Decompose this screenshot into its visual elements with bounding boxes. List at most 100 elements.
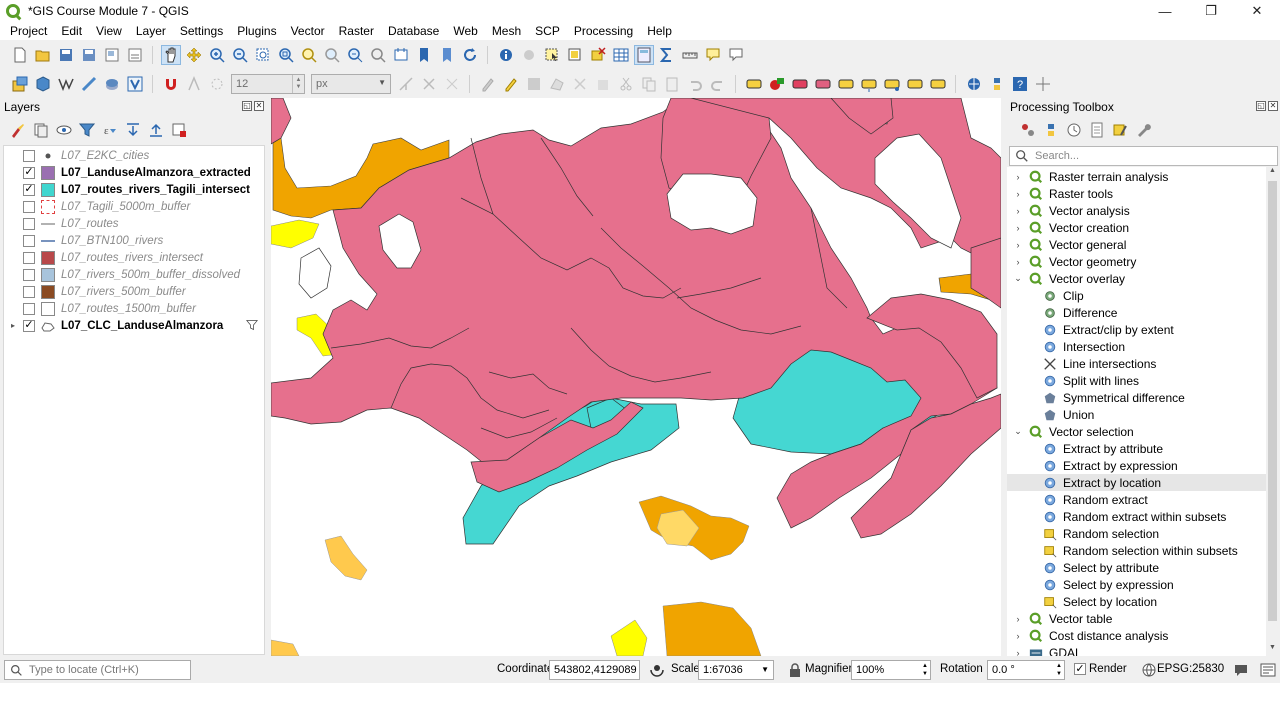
algorithm-group[interactable]: ⌄ Vector overlay (1007, 270, 1266, 287)
algorithm-group[interactable]: › Vector general (1007, 236, 1266, 253)
refresh-icon[interactable] (461, 46, 479, 64)
menu-view[interactable]: View (89, 24, 129, 38)
layer-visibility-checkbox[interactable] (23, 149, 35, 162)
toggle-extents-icon[interactable] (648, 661, 666, 679)
scroll-up-icon[interactable]: ▲ (1266, 167, 1279, 179)
chevron-right-icon[interactable]: › (1013, 206, 1023, 216)
algorithm-item[interactable]: Difference (1007, 304, 1266, 321)
algorithm-item[interactable]: Union (1007, 406, 1266, 423)
filter-by-expression-icon[interactable]: ε (101, 121, 119, 139)
help-icon[interactable]: ? (1011, 75, 1029, 93)
add-feature-icon[interactable] (548, 75, 566, 93)
chevron-right-icon[interactable]: › (1013, 189, 1023, 199)
statistics-sigma-icon[interactable] (658, 46, 676, 64)
spinbox-arrows-icon[interactable]: ▲ ▼ (292, 75, 304, 93)
close-button[interactable]: ✕ (1234, 0, 1280, 22)
rotate-label-icon[interactable] (883, 75, 901, 93)
map-canvas[interactable] (271, 98, 1001, 656)
history-icon[interactable] (1065, 121, 1083, 139)
menu-plugins[interactable]: Plugins (230, 24, 283, 38)
restore-button[interactable]: ❐ (1188, 0, 1234, 22)
pan-map-icon[interactable] (160, 45, 181, 65)
change-label-icon[interactable] (906, 75, 924, 93)
results-viewer-icon[interactable] (1088, 121, 1106, 139)
algorithm-group[interactable]: › Cost distance analysis (1007, 627, 1266, 644)
show-hide-labels-icon[interactable] (837, 75, 855, 93)
new-vector-layer-icon[interactable] (57, 75, 75, 93)
algorithm-item[interactable]: Random selection (1007, 525, 1266, 542)
python-console-icon[interactable] (988, 75, 1006, 93)
layer-visibility-checkbox[interactable] (23, 268, 35, 281)
zoom-out-icon[interactable] (231, 46, 249, 64)
label-diagram-icon[interactable] (768, 75, 786, 93)
algorithm-item[interactable]: Split with lines (1007, 372, 1266, 389)
crs-label[interactable]: EPSG:25830 (1157, 663, 1224, 675)
pin-label-icon[interactable] (814, 75, 832, 93)
deselect-icon[interactable] (589, 46, 607, 64)
layer-row[interactable]: L07_routes_1500m_buffer (4, 300, 264, 317)
algorithm-item[interactable]: Select by location (1007, 593, 1266, 610)
new-project-icon[interactable] (11, 46, 29, 64)
algorithm-item[interactable]: Random extract within subsets (1007, 508, 1266, 525)
layer-row[interactable]: ✓ L07_LanduseAlmanzora_extracted (4, 164, 264, 181)
zoom-rubber-band-icon[interactable] (254, 46, 272, 64)
close-panel-button[interactable]: ✕ (1268, 101, 1278, 111)
algorithm-item[interactable]: Line intersections (1007, 355, 1266, 372)
intersection-snap-icon[interactable] (443, 75, 461, 93)
layout-manager-icon[interactable] (126, 46, 144, 64)
add-layer-icon[interactable] (103, 75, 121, 93)
zoom-full-icon[interactable] (277, 46, 295, 64)
chevron-down-icon[interactable]: ⌄ (1013, 273, 1023, 284)
scripts-icon[interactable] (1042, 121, 1060, 139)
zoom-to-layer-icon[interactable] (323, 46, 341, 64)
layer-visibility-checkbox[interactable] (23, 302, 35, 315)
algorithm-group[interactable]: › GDAL (1007, 644, 1266, 656)
locator-input[interactable]: Type to locate (Ctrl+K) (4, 660, 191, 680)
spinbox-arrows-icon[interactable]: ▲ ▼ (922, 662, 928, 678)
identify-icon[interactable] (497, 46, 515, 64)
show-bookmarks-icon[interactable] (438, 46, 456, 64)
chevron-right-icon[interactable]: › (1013, 257, 1023, 267)
label-tool-icon[interactable] (745, 75, 763, 93)
scale-combo[interactable]: 1:67036 ▼ (698, 660, 774, 680)
add-virtual-layer-icon[interactable] (126, 75, 144, 93)
snap-units-combo[interactable]: px ▼ (311, 74, 391, 94)
undo-icon[interactable] (686, 75, 704, 93)
new-geopackage-icon[interactable] (34, 75, 52, 93)
menu-raster[interactable]: Raster (332, 24, 381, 38)
algorithm-item[interactable]: Extract by attribute (1007, 440, 1266, 457)
minimize-button[interactable]: — (1142, 0, 1188, 22)
scrollbar-thumb[interactable] (1268, 181, 1277, 621)
algorithm-item[interactable]: Random selection within subsets (1007, 542, 1266, 559)
layer-row[interactable]: L07_Tagili_5000m_buffer (4, 198, 264, 215)
redo-icon[interactable] (709, 75, 727, 93)
paste-features-icon[interactable] (663, 75, 681, 93)
algorithm-item[interactable]: Extract/clip by extent (1007, 321, 1266, 338)
chevron-right-icon[interactable]: › (1013, 614, 1023, 624)
algorithm-item[interactable]: Extract by expression (1007, 457, 1266, 474)
messages-icon[interactable] (1232, 661, 1250, 679)
layer-visibility-checkbox[interactable]: ✓ (23, 319, 35, 332)
algorithm-group[interactable]: › Vector creation (1007, 219, 1266, 236)
filter-legend-icon[interactable] (78, 121, 96, 139)
menu-edit[interactable]: Edit (54, 24, 89, 38)
run-action-icon[interactable] (520, 46, 538, 64)
lock-icon[interactable] (786, 661, 804, 679)
layer-row[interactable]: L07_E2KC_cities (4, 147, 264, 164)
measure-icon[interactable] (681, 46, 699, 64)
new-map-view-icon[interactable] (392, 46, 410, 64)
menu-database[interactable]: Database (381, 24, 446, 38)
layer-visibility-checkbox[interactable]: ✓ (23, 166, 35, 179)
remove-layer-icon[interactable] (170, 121, 188, 139)
zoom-in-icon[interactable] (208, 46, 226, 64)
algorithm-item[interactable]: Random extract (1007, 491, 1266, 508)
magnifier-spinbox[interactable]: 100% ▲ ▼ (851, 660, 931, 680)
tracing-icon[interactable] (397, 75, 415, 93)
edit-features-in-place-icon[interactable] (1111, 121, 1129, 139)
bookmark-icon[interactable] (415, 46, 433, 64)
layer-visibility-checkbox[interactable] (23, 217, 35, 230)
models-icon[interactable] (1019, 121, 1037, 139)
annotation-icon[interactable] (727, 46, 745, 64)
layer-row[interactable]: L07_rivers_500m_buffer (4, 283, 264, 300)
current-edits-icon[interactable] (479, 75, 497, 93)
